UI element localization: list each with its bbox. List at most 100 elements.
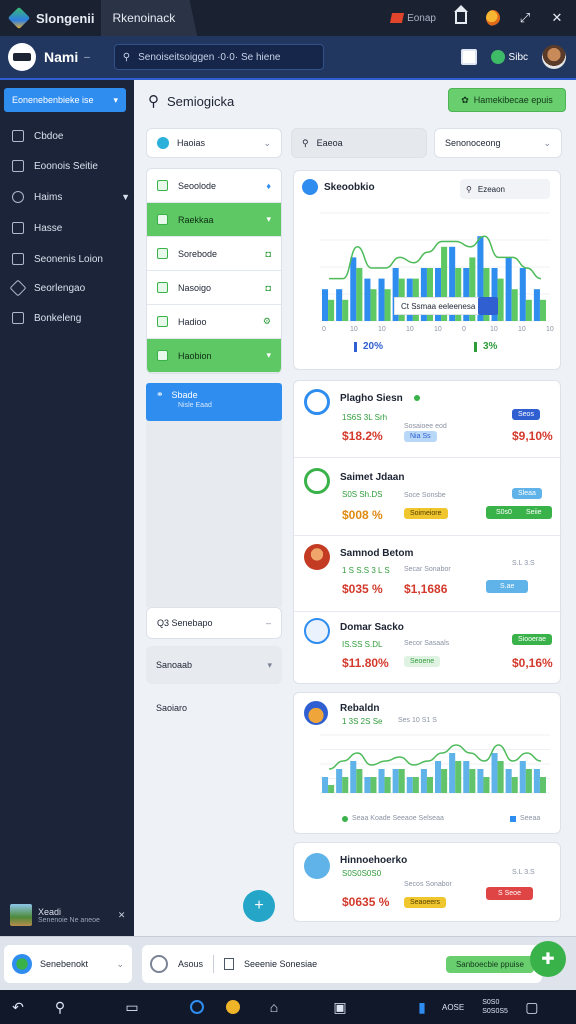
leaf-icon (490, 50, 505, 64)
sidebar-item-2[interactable]: Haims ▼ (12, 191, 130, 203)
sidebar-item-4[interactable]: Seonenis Loion (12, 253, 130, 265)
avatar[interactable] (542, 45, 566, 69)
profile-button[interactable] (486, 10, 500, 26)
sidebar-item-6[interactable]: Bonkeleng (12, 312, 130, 324)
search-icon[interactable]: ⚲ (52, 999, 68, 1015)
list-item[interactable]: Hadioo ⚙ (147, 305, 281, 339)
browser-icon[interactable] (190, 1000, 204, 1014)
chart-title: Rebaldn (340, 703, 380, 714)
sidebar-item-1[interactable]: Eoonois Seitie (12, 160, 130, 172)
close-icon[interactable]: ✕ (118, 910, 126, 921)
sidebar-item-5[interactable]: Seorlengao (9, 279, 130, 297)
chart-bar (350, 761, 357, 793)
list-item[interactable]: Raekkaa ▾ (147, 203, 281, 237)
workspace-selector[interactable]: Senebenokt ⌄ (4, 945, 132, 983)
bottom-link-a[interactable]: Asous (178, 959, 203, 969)
chart-bar (384, 289, 391, 321)
list-item[interactable]: Seoolode ♦ (147, 169, 281, 203)
chart-bar (491, 753, 498, 793)
chart-card-1: Skeoobkio ⚲ Ezeaon 0 10 10 10 10 0 10 10 10 Ct Ss… (293, 170, 561, 370)
expand-button[interactable]: ⤢ (518, 10, 532, 25)
x-tick-label: 10 (434, 326, 442, 333)
chart-bar (519, 761, 526, 793)
window-icon[interactable] (460, 49, 477, 65)
main-search[interactable]: ⚲ Semiogicka (148, 92, 234, 110)
search-icon: ⚲ (122, 51, 131, 63)
sidebar-primary-button[interactable]: Eonenebenbieke ise (4, 88, 126, 112)
file-icon[interactable]: ▣ (332, 999, 348, 1015)
chart-bar (364, 777, 371, 793)
item-row[interactable]: Saimet Jdaan S0S Sh.DS Soce Sonsbe Sleaa… (294, 457, 562, 535)
store-icon[interactable]: ▮ (414, 999, 430, 1015)
brand-avatar[interactable] (8, 43, 36, 71)
item-card-5[interactable]: Hinnoehoerko S0S0S0S0 Secos Sonabor S.L … (293, 842, 561, 922)
chart-bar (441, 769, 448, 793)
dropdown-filter-1[interactable]: Haoias ⌄ (146, 128, 282, 158)
close-button[interactable]: ✕ (550, 10, 564, 25)
chart-search-input[interactable]: ⚲ Ezeaon (460, 179, 550, 199)
green-action-button[interactable]: ✿ Hamekibecae epuis (448, 88, 566, 112)
chevron-down-icon[interactable]: – (84, 52, 90, 63)
checkbox-icon (157, 180, 168, 191)
chart-bar (420, 769, 427, 793)
add-button[interactable]: + (243, 890, 275, 922)
checkbox-icon (157, 350, 168, 361)
window-icon[interactable]: ▭ (124, 999, 140, 1015)
lower-list-item-2[interactable]: Saoiaro (146, 692, 282, 724)
chevron-down-icon: ⌄ (263, 137, 271, 148)
search-icon: ⚲ (302, 137, 309, 148)
list-item[interactable]: Haobion ▾ (147, 339, 281, 373)
search-icon: ⚲ (148, 93, 159, 110)
item-row[interactable]: Samnod Betom 1 S S.S 3 L S Secar Sonabor… (294, 535, 562, 611)
status-dot (414, 395, 420, 401)
bottom-bar: Senebenokt ⌄ Asous Seeenie Sonesiae Sanb… (0, 936, 576, 990)
sidebar-item-0[interactable]: Cbdoe (12, 130, 130, 142)
globe-icon[interactable] (150, 955, 168, 973)
user-button[interactable]: Sibc (490, 50, 528, 64)
chart-bar (322, 289, 329, 321)
bottom-link-b[interactable]: Seeenie Sonesiae (244, 959, 317, 969)
item-icon (304, 544, 330, 570)
chart-bar (511, 289, 518, 321)
share-button[interactable]: ✚ (530, 941, 566, 977)
empty-panel (146, 421, 282, 607)
back-icon[interactable]: ↶ (10, 999, 26, 1015)
header-title[interactable]: Nami (44, 49, 78, 65)
item-row[interactable]: Domar Sacko IS.SS S.DL Secor Sasaals Sio… (294, 611, 562, 685)
link-icon: ⚭ (156, 389, 164, 399)
home-button[interactable] (454, 5, 468, 25)
chart-bar (533, 289, 540, 321)
home-icon[interactable]: ⌂ (266, 999, 282, 1015)
chart-title: Skeoobkio (324, 181, 375, 193)
app-icon[interactable] (226, 1000, 240, 1014)
chart-1-svg: 0 10 10 10 10 0 10 10 10 (320, 212, 554, 333)
lower-list-item-1[interactable]: Sanoaab ▾ (146, 646, 282, 684)
dropdown-filter-2[interactable]: ⚲ Eaeoa (291, 128, 427, 158)
selected-card[interactable]: ⚭ Sbade Nisle Eaad (146, 383, 282, 421)
notification-icon[interactable]: ▢ (524, 999, 540, 1015)
category-list: Seoolode ♦ Raekkaa ▾ Sorebode ◘ Nasoigo ◘ Ha… (146, 168, 282, 374)
chart-bar (525, 769, 532, 793)
dropdown-filter-3[interactable]: Senonoceong ⌄ (434, 128, 562, 158)
title-bar: Slongenii Rkenoinack Eonap ⤢ ✕ (0, 0, 576, 36)
card-icon (12, 312, 24, 324)
x-tick-label: 10 (406, 326, 414, 333)
legend-b: Seeaa (510, 815, 540, 822)
green-bottom-button[interactable]: Sanboecbie ppuise (445, 955, 534, 973)
x-tick-label: 10 (518, 326, 526, 333)
item-icon (304, 618, 330, 644)
chart-bar (505, 769, 512, 793)
lower-list-item-0[interactable]: Q3 Senebapo – (146, 607, 282, 639)
list-item[interactable]: Sorebode ◘ (147, 237, 281, 271)
sidebar-item-3[interactable]: Hasse (12, 222, 130, 234)
clock: S0S0 S0S0S5 (482, 999, 508, 1015)
list-item[interactable]: Nasoigo ◘ (147, 271, 281, 305)
item-icon (304, 389, 330, 415)
chart-bar (364, 278, 371, 321)
x-tick-label: 10 (546, 326, 554, 333)
header-search-input[interactable]: ⚲ Senoiseitsoiggen ·0·0· Se hiene (113, 44, 324, 70)
flag-button[interactable]: Eonap (390, 13, 436, 24)
stat-a: 20% (354, 341, 383, 352)
item-row[interactable]: Plagho Siesn 1S6S 3L Srh Sosaioee eod Se… (294, 381, 562, 457)
tab-active[interactable]: Rkenoinack (100, 0, 198, 36)
